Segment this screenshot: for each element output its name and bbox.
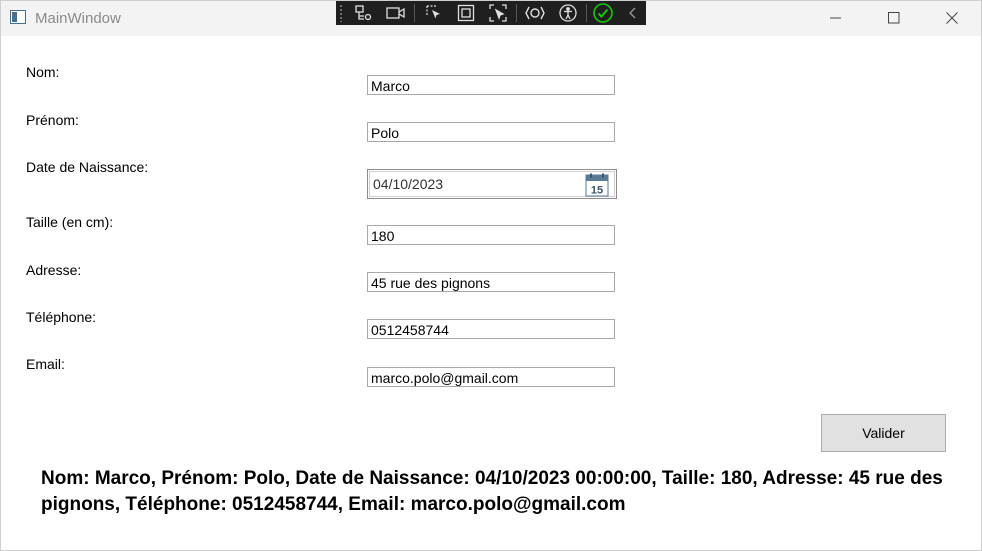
result-text: Nom: Marco, Prénom: Polo, Date de Naissa… bbox=[41, 468, 943, 515]
calendar-day-text: 15 bbox=[591, 185, 603, 197]
nom-label: Nom: bbox=[26, 64, 60, 80]
toolbar-separator bbox=[414, 4, 415, 22]
accessibility-checker-icon[interactable] bbox=[558, 3, 578, 23]
toolbar-grip-icon[interactable] bbox=[339, 4, 343, 22]
nom-input[interactable]: Marco bbox=[367, 75, 615, 95]
title-bar[interactable]: MainWindow bbox=[1, 1, 981, 36]
maximize-icon bbox=[888, 12, 900, 24]
date-naissance-picker[interactable]: 04/10/2023 15 bbox=[367, 169, 617, 199]
hot-reload-ok-icon[interactable] bbox=[593, 3, 613, 23]
minimize-icon bbox=[830, 17, 841, 19]
minimize-button[interactable] bbox=[807, 1, 865, 35]
select-element-icon[interactable] bbox=[424, 3, 444, 23]
toolbar-separator bbox=[516, 4, 517, 22]
prenom-label: Prénom: bbox=[26, 112, 79, 128]
email-label: Email: bbox=[26, 356, 65, 372]
adresse-input[interactable]: 45 rue des pignons bbox=[367, 272, 615, 292]
binding-failures-icon[interactable] bbox=[525, 3, 545, 23]
date-naissance-label: Date de Naissance: bbox=[26, 159, 149, 175]
app-icon bbox=[10, 10, 26, 24]
prenom-input[interactable]: Polo bbox=[367, 122, 615, 142]
valider-button[interactable]: Valider bbox=[821, 414, 946, 452]
live-visual-tree-icon[interactable] bbox=[353, 3, 373, 23]
close-button[interactable] bbox=[923, 1, 981, 35]
date-naissance-value[interactable]: 04/10/2023 bbox=[373, 176, 443, 192]
xaml-debug-toolbar bbox=[336, 1, 646, 25]
main-window: MainWindow Nom: Marco Prénom: Polo Date … bbox=[0, 0, 982, 551]
toolbar-separator bbox=[586, 4, 587, 22]
collapse-icon[interactable] bbox=[623, 3, 643, 23]
taille-label: Taille (en cm): bbox=[26, 214, 114, 230]
maximize-button[interactable] bbox=[865, 1, 923, 35]
adresse-label: Adresse: bbox=[26, 262, 82, 278]
close-icon bbox=[946, 12, 958, 24]
track-focus-icon[interactable] bbox=[488, 3, 508, 23]
telephone-input[interactable]: 0512458744 bbox=[367, 319, 615, 339]
window-title: MainWindow bbox=[35, 10, 121, 27]
email-input[interactable]: marco.polo@gmail.com bbox=[367, 367, 615, 387]
taille-input[interactable]: 180 bbox=[367, 225, 615, 245]
display-layout-adorners-icon[interactable] bbox=[456, 3, 476, 23]
video-capture-icon[interactable] bbox=[386, 3, 406, 23]
telephone-label: Téléphone: bbox=[26, 309, 97, 325]
calendar-icon[interactable]: 15 bbox=[585, 173, 609, 202]
